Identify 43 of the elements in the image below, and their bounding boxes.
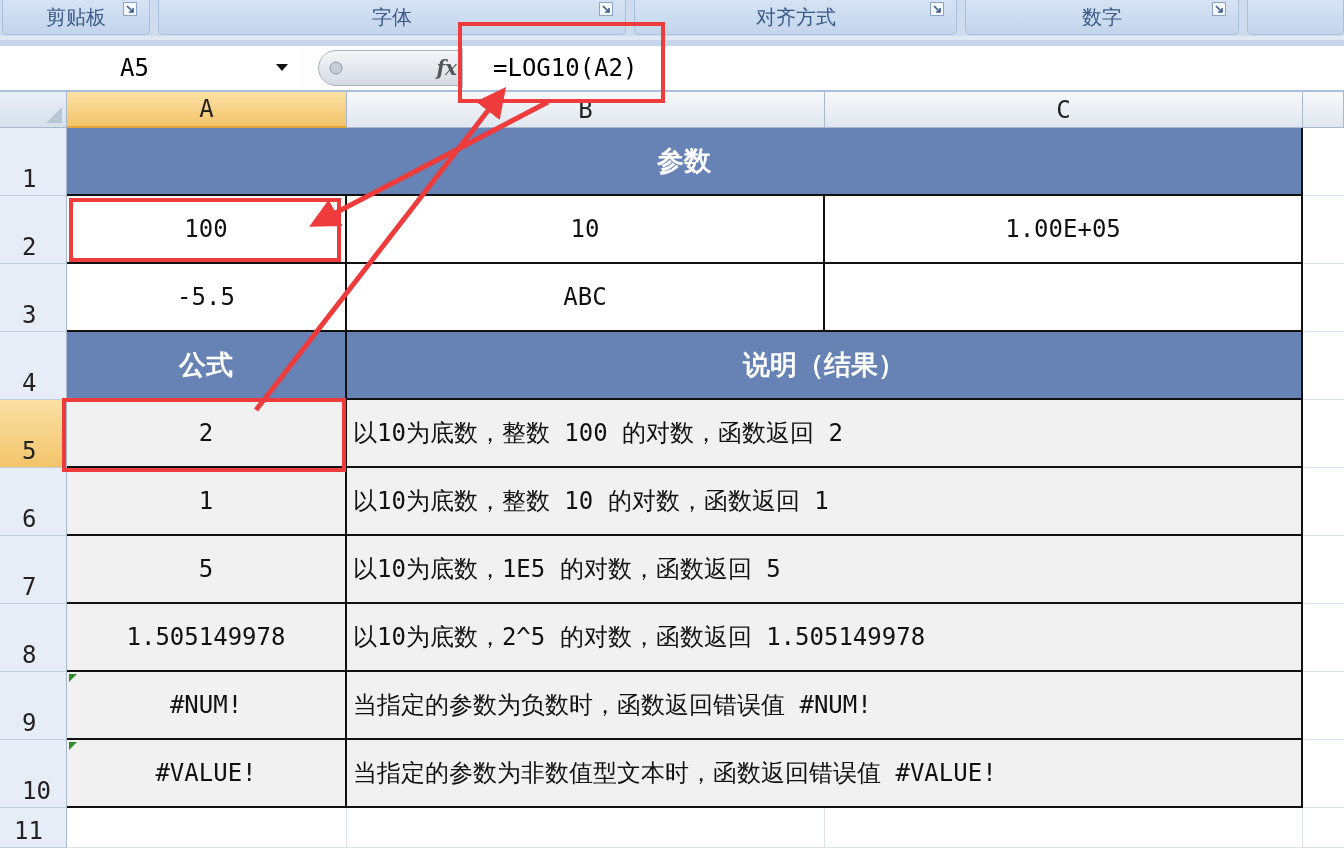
column-header[interactable]: C (825, 92, 1303, 128)
cell-text: 1.505149978 (126, 623, 286, 651)
cell-text: #VALUE! (155, 759, 257, 787)
ribbon-group-label: 对齐方式 (755, 3, 836, 31)
dialog-launcher-icon[interactable] (123, 2, 137, 16)
cell-text: 说明（结果） (743, 348, 905, 382)
dialog-launcher-icon[interactable] (599, 2, 613, 16)
cell-text: 参数 (657, 144, 711, 178)
cell-text: 1 (198, 487, 214, 515)
row-header[interactable]: 8 (0, 604, 67, 672)
cell-text: ABC (563, 283, 607, 311)
cell-text: 5 (198, 555, 214, 583)
dialog-launcher-icon[interactable] (930, 2, 944, 16)
cell-text: 10 (570, 215, 600, 243)
cell-text: 100 (184, 215, 228, 243)
cell-text: 以10为底数，2^5 的对数，函数返回 1.505149978 (353, 622, 926, 653)
column-header[interactable]: A (67, 92, 347, 128)
cell-text: 以10为底数，整数 100 的对数，函数返回 2 (353, 418, 844, 449)
dialog-launcher-icon[interactable] (1212, 2, 1226, 16)
row-header[interactable]: 4 (0, 332, 67, 400)
insert-function-button[interactable]: fx (436, 56, 457, 80)
row-header[interactable]: 9 (0, 672, 67, 740)
cell-text: #NUM! (169, 691, 243, 719)
row-header[interactable]: 2 (0, 196, 67, 264)
cell-text: -5.5 (177, 283, 235, 311)
cell-text: 2 (198, 419, 214, 447)
row-header[interactable]: 7 (0, 536, 67, 604)
row-header[interactable]: 1 (0, 128, 67, 196)
row-header[interactable]: 5 (0, 400, 67, 468)
cell-text: 当指定的参数为非数值型文本时，函数返回错误值 #VALUE! (353, 758, 997, 789)
cell-text: 1.00E+05 (1005, 215, 1121, 243)
dropdown-caret-icon[interactable] (276, 64, 288, 72)
cell-text: 当指定的参数为负数时，函数返回错误值 #NUM! (353, 690, 872, 721)
ribbon-group-label: 字体 (372, 3, 412, 31)
ribbon-group-label: 剪贴板 (46, 3, 106, 31)
row-header[interactable]: 10 (0, 740, 67, 808)
cell-text: 以10为底数，整数 10 的对数，函数返回 1 (353, 486, 829, 517)
ribbon-group-label: 数字 (1082, 3, 1122, 31)
row-header[interactable]: 6 (0, 468, 67, 536)
row-header[interactable]: 11 (0, 808, 67, 848)
cell-text: 以10为底数，1E5 的对数，函数返回 5 (353, 554, 781, 585)
cell-text: 公式 (179, 348, 233, 382)
row-header[interactable]: 3 (0, 264, 67, 332)
